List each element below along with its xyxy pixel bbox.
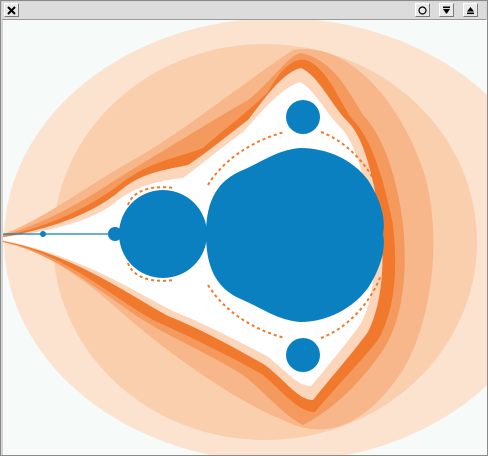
top-bulb (286, 100, 320, 134)
circle-icon (418, 5, 427, 15)
mandelbrot-image (3, 20, 487, 455)
fractal-window (0, 0, 488, 456)
minimize-button[interactable] (415, 3, 430, 17)
fractal-canvas[interactable] (3, 20, 487, 455)
bottom-bulb (286, 338, 320, 372)
small-left-bulb (108, 227, 122, 241)
eject-icon (466, 6, 475, 15)
arrow-down-icon (442, 6, 451, 15)
maximize-button[interactable] (463, 3, 478, 17)
title-bar[interactable] (2, 2, 486, 20)
shade-button[interactable] (439, 3, 454, 17)
tiny-left-bulb (40, 231, 46, 237)
close-button[interactable] (4, 3, 19, 17)
period2-bulb (119, 190, 207, 278)
close-icon (7, 5, 16, 15)
